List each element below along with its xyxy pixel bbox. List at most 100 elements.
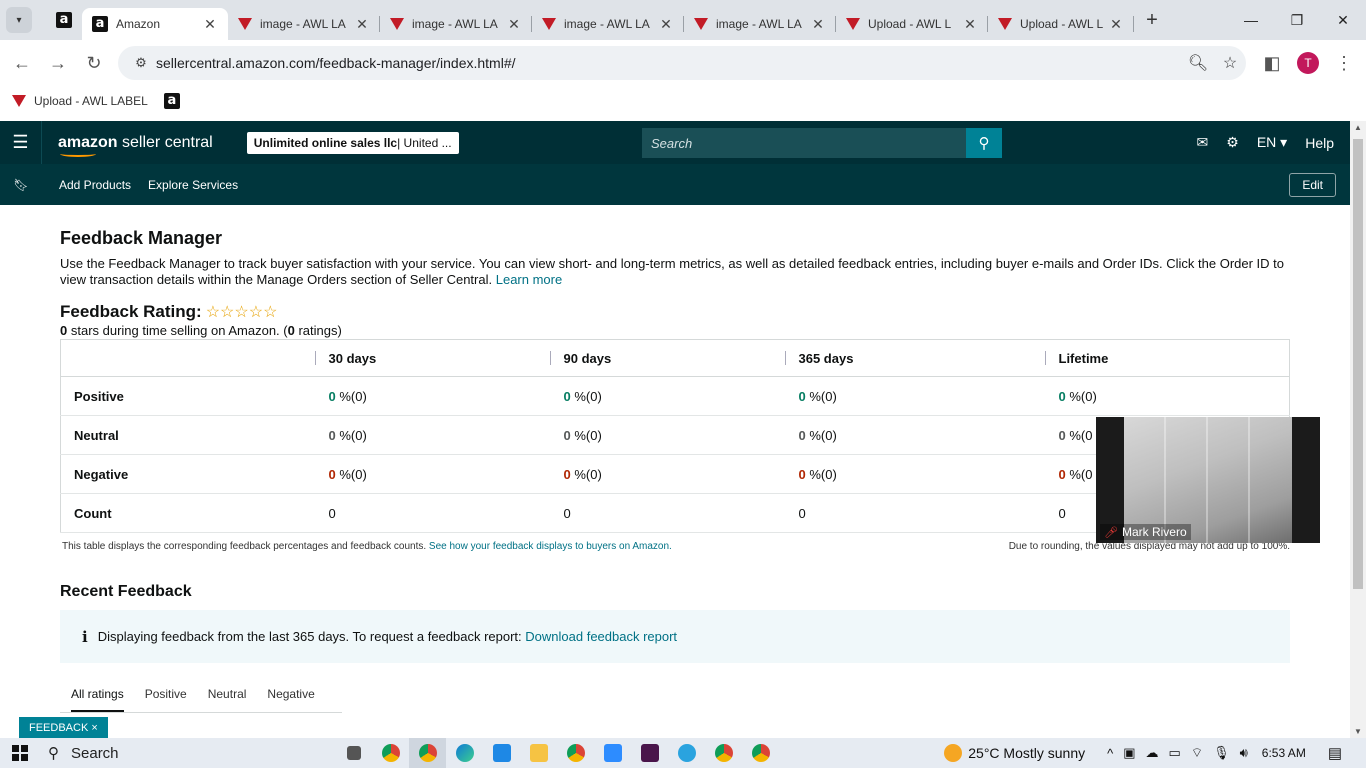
store-switcher[interactable]: Unlimited online sales llc | United ... <box>246 131 459 154</box>
pinned-tab-amazon[interactable]: a <box>46 0 82 40</box>
browser-tab[interactable]: image - AWL LA ✕ <box>684 8 836 40</box>
awl-triangle-icon <box>12 95 26 107</box>
url-text[interactable]: sellercentral.amazon.com/feedback-manage… <box>156 55 516 71</box>
taskbar-apps <box>335 738 779 768</box>
minimize-icon[interactable]: — <box>1228 0 1274 40</box>
muted-mic-icon: 🎤︎ <box>1104 526 1118 539</box>
browser-tab[interactable]: image - AWL LA ✕ <box>532 8 684 40</box>
amazon-icon: a <box>56 12 72 28</box>
browser-tab[interactable]: image - AWL LA ✕ <box>380 8 532 40</box>
zoom-icon[interactable]: 🔍︎ <box>1182 53 1214 73</box>
close-tab-icon[interactable]: ✕ <box>1108 16 1124 33</box>
tab-all-ratings[interactable]: All ratings <box>71 687 124 712</box>
bookmark-nav-icon[interactable]: 🔖︎ <box>0 178 42 192</box>
site-info-icon[interactable]: ⚙ <box>128 55 154 71</box>
close-tab-icon[interactable]: ✕ <box>658 16 674 33</box>
bookmark-amazon[interactable]: a <box>163 93 180 109</box>
tray-chevron-icon[interactable]: ^ <box>1107 746 1113 761</box>
tab-search-button[interactable]: ▾ <box>6 7 32 33</box>
browser-tab[interactable]: Upload - AWL L ✕ <box>836 8 988 40</box>
table-cell: 0 %(0) <box>549 376 785 416</box>
address-bar[interactable]: ⚙ sellercentral.amazon.com/feedback-mana… <box>118 46 1246 80</box>
settings-gear-icon[interactable]: ⚙ <box>1226 134 1239 151</box>
chrome-icon[interactable] <box>742 738 779 768</box>
file-explorer-icon[interactable] <box>520 738 557 768</box>
chrome-icon[interactable] <box>409 738 446 768</box>
close-window-icon[interactable]: ✕ <box>1320 0 1366 40</box>
chrome-icon[interactable] <box>372 738 409 768</box>
nav-explore-services[interactable]: Explore Services <box>148 178 238 192</box>
learn-more-link[interactable]: Learn more <box>496 272 562 287</box>
hamburger-menu-icon[interactable]: ☰ <box>0 121 42 164</box>
mail-icon[interactable]: ✉ <box>1197 134 1209 151</box>
weather-text[interactable]: 25°C Mostly sunny <box>968 745 1085 761</box>
close-tab-icon[interactable]: ✕ <box>810 16 826 33</box>
participant-label: 🎤︎ Mark Rivero <box>1100 524 1191 540</box>
close-tab-icon[interactable]: ✕ <box>202 16 218 33</box>
chrome-icon[interactable] <box>705 738 742 768</box>
reload-icon[interactable]: ↻ <box>76 45 112 81</box>
task-view-icon[interactable] <box>335 738 372 768</box>
tray-app-icon[interactable]: ▣ <box>1123 745 1135 761</box>
download-report-link[interactable]: Download feedback report <box>525 629 677 644</box>
browser-tab[interactable]: Upload - AWL L ✕ <box>988 8 1134 40</box>
browser-menu-icon[interactable]: ⋮ <box>1326 45 1362 81</box>
forward-icon[interactable]: → <box>40 45 76 81</box>
wifi-icon[interactable]: ⌔ <box>1191 745 1203 761</box>
search-button[interactable]: ⚲ <box>966 128 1002 158</box>
close-tab-icon[interactable]: ✕ <box>962 16 978 33</box>
notification-icon[interactable]: ▤ <box>1328 744 1342 762</box>
taskbar-search[interactable]: ⚲ Search <box>40 738 296 768</box>
tab-neutral[interactable]: Neutral <box>208 687 247 701</box>
side-panel-icon[interactable]: ◧ <box>1254 45 1290 81</box>
feedback-display-link[interactable]: See how your feedback displays to buyers… <box>429 541 672 552</box>
clock[interactable]: 6:53 AM <box>1262 746 1306 760</box>
tray-device-icon[interactable]: ▭ <box>1169 745 1181 761</box>
onedrive-icon[interactable]: ☁ <box>1146 745 1159 761</box>
slack-icon[interactable] <box>631 738 668 768</box>
close-tab-icon[interactable]: ✕ <box>506 16 522 33</box>
store-icon[interactable] <box>483 738 520 768</box>
scroll-up-icon[interactable]: ▲ <box>1354 123 1362 132</box>
table-cell: 0 %(0) <box>314 415 550 455</box>
info-icon: i <box>82 627 88 646</box>
page-scrollbar[interactable]: ▲ ▼ <box>1350 121 1366 738</box>
feedback-button[interactable]: FEEDBACK × <box>19 717 108 738</box>
edge-icon[interactable] <box>446 738 483 768</box>
info-alert: i Displaying feedback from the last 365 … <box>60 610 1290 663</box>
chrome-icon[interactable] <box>557 738 594 768</box>
stars-text: stars during time selling on Amazon. ( <box>67 323 288 338</box>
amazon-icon: a <box>92 16 108 32</box>
search-input[interactable]: Search <box>642 128 966 158</box>
video-call-overlay[interactable]: 🎤︎ Mark Rivero <box>1096 417 1320 543</box>
volume-icon[interactable]: 🔊︎ <box>1240 745 1248 761</box>
close-tab-icon[interactable]: ✕ <box>354 16 370 33</box>
restore-icon[interactable]: ❐ <box>1274 0 1320 40</box>
language-selector[interactable]: EN ▾ <box>1257 134 1287 151</box>
edit-nav-button[interactable]: Edit <box>1289 173 1336 197</box>
telegram-icon[interactable] <box>668 738 705 768</box>
windows-start-icon[interactable] <box>0 744 40 762</box>
table-header-blank <box>60 339 315 377</box>
nav-add-products[interactable]: Add Products <box>59 178 131 192</box>
taskbar-search-label: Search <box>71 744 119 762</box>
zoom-app-icon[interactable] <box>594 738 631 768</box>
scroll-thumb[interactable] <box>1353 139 1363 589</box>
profile-avatar[interactable]: T <box>1297 52 1319 74</box>
back-icon[interactable]: ← <box>4 45 40 81</box>
microphone-icon[interactable]: 🎙︎ <box>1213 745 1230 761</box>
seller-central-logo[interactable]: amazon seller central <box>58 134 213 157</box>
help-link[interactable]: Help <box>1305 135 1334 151</box>
bookmark-star-icon[interactable]: ☆ <box>1214 53 1246 73</box>
info-text: Displaying feedback from the last 365 da… <box>97 629 522 644</box>
bookmark-upload-awl[interactable]: Upload - AWL LABEL <box>12 94 148 108</box>
browser-tab[interactable]: image - AWL LA ✕ <box>228 8 380 40</box>
column-header: 365 days <box>784 339 1045 377</box>
browser-tab-amazon[interactable]: a Amazon ✕ <box>82 8 228 40</box>
tab-positive[interactable]: Positive <box>145 687 187 701</box>
scroll-down-icon[interactable]: ▼ <box>1354 727 1362 736</box>
awl-triangle-icon <box>846 18 860 30</box>
amazon-smile-icon <box>60 151 96 157</box>
tab-negative[interactable]: Negative <box>267 687 314 701</box>
new-tab-icon[interactable]: + <box>1138 9 1166 32</box>
